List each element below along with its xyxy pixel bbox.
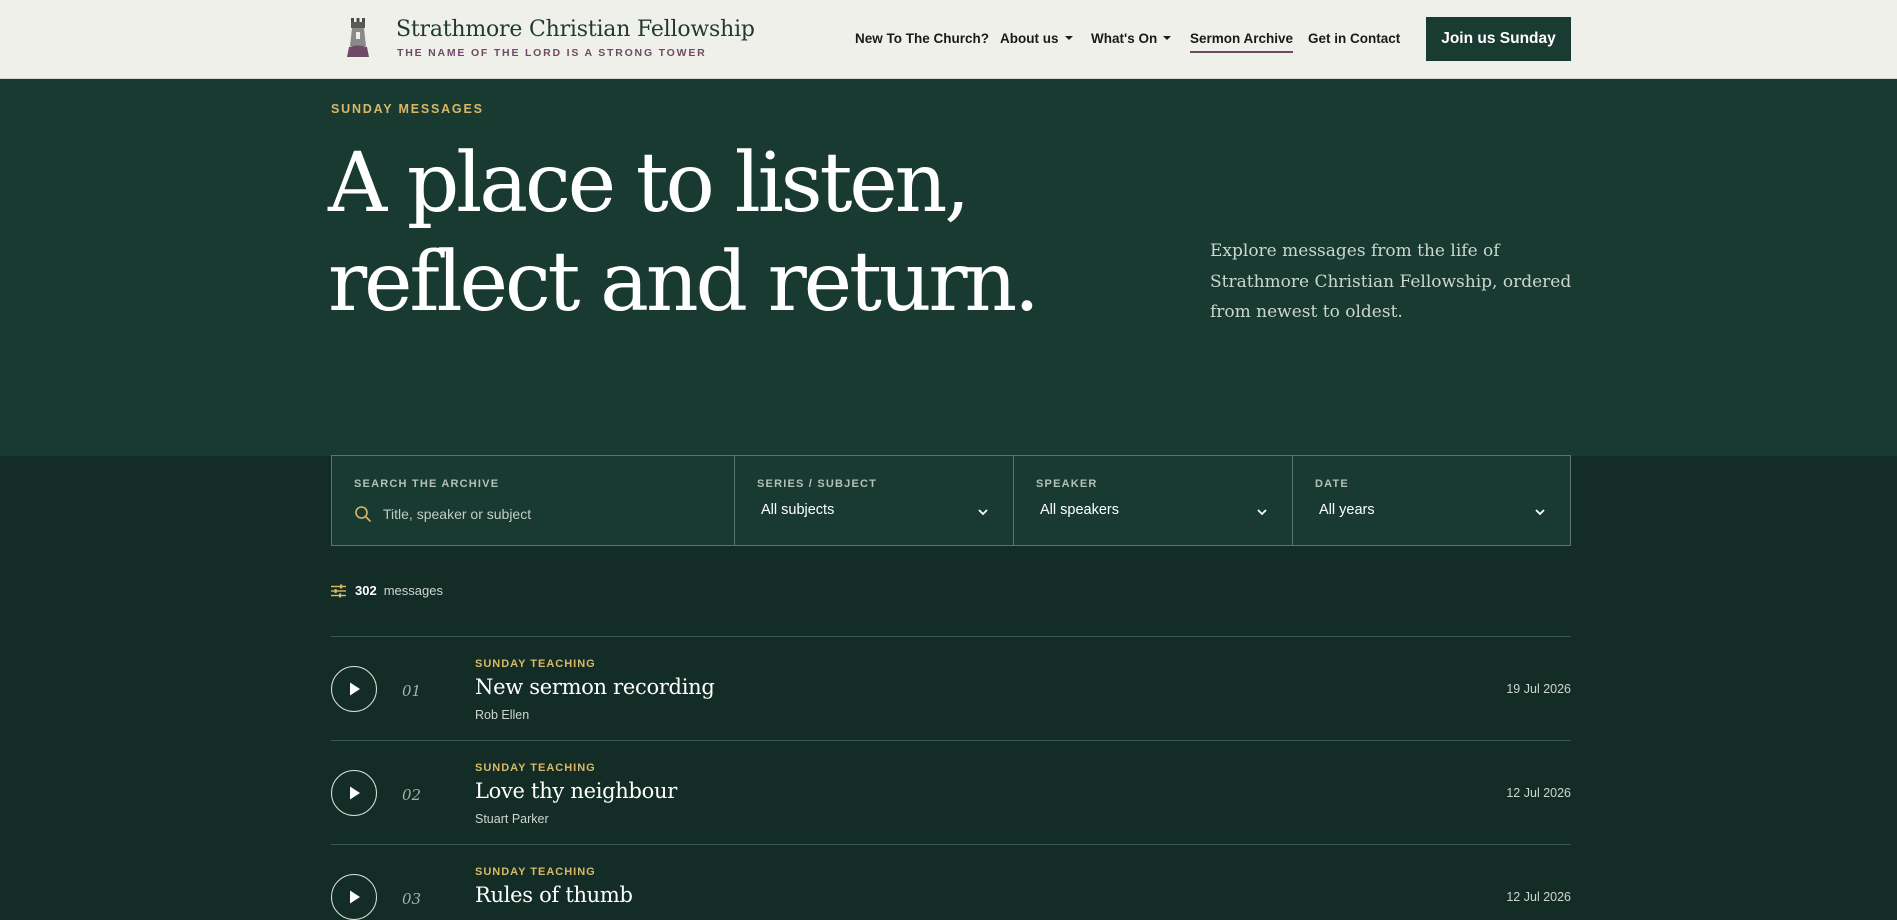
play-button[interactable] [331,666,377,712]
sermon-index: 03 [402,890,422,908]
speaker-select[interactable]: SPEAKER All speakers [1014,456,1293,545]
site-tagline: THE NAME OF THE LORD IS A STRONG TOWER [397,47,707,59]
search-input[interactable] [383,502,683,526]
nav-label: What's On [1091,31,1158,46]
search-icon [355,506,371,522]
play-icon [350,890,360,904]
sliders-icon [331,584,346,597]
sermon-date: 12 Jul 2026 [1506,786,1571,800]
tower-icon[interactable] [344,16,372,58]
join-us-sunday-button[interactable]: Join us Sunday [1426,17,1571,61]
hero-intro: Explore messages from the life of Strath… [1210,241,1572,322]
sermon-index: 01 [402,682,422,700]
sermon-category: SUNDAY TEACHING [475,658,596,670]
series-subject-select[interactable]: SERIES / SUBJECT All subjects [735,456,1014,545]
results-count-label: messages [383,583,443,598]
sermon-title[interactable]: New sermon recording [475,675,715,699]
nav-label: New To The Church? [855,31,989,46]
speaker-value: All speakers [1040,502,1119,518]
sermon-title[interactable]: Love thy neighbour [475,779,677,803]
table-row[interactable]: 01 SUNDAY TEACHING New sermon recording … [331,636,1571,740]
sermon-speaker: Rob Ellen [475,708,530,722]
sermon-category: SUNDAY TEACHING [475,762,596,774]
site-name[interactable]: Strathmore Christian Fellowship [396,17,755,42]
date-value: All years [1319,502,1375,518]
play-icon [350,682,360,696]
results-count: 302 messages [331,583,443,598]
series-label: SERIES / SUBJECT [757,478,878,490]
play-button[interactable] [331,874,377,920]
nav-get-in-contact[interactable]: Get in Contact [1308,31,1400,46]
nav-label: Sermon Archive [1190,31,1294,46]
caret-down-icon [1064,36,1073,40]
chevron-down-icon [1535,509,1545,516]
table-row[interactable]: 03 SUNDAY TEACHING Rules of thumb 12 Jul… [331,844,1571,920]
speaker-label: SPEAKER [1036,478,1098,490]
sermon-category: SUNDAY TEACHING [475,866,596,878]
date-label: DATE [1315,478,1349,490]
site-header: Strathmore Christian Fellowship THE NAME… [0,0,1897,79]
hero-eyebrow: SUNDAY MESSAGES [331,102,484,116]
nav-whats-on[interactable]: What's On [1091,31,1172,46]
headline-line-2: reflect and return. [328,235,1040,330]
date-select[interactable]: DATE All years [1293,456,1570,545]
chevron-down-icon [978,509,988,516]
nav-label: Get in Contact [1308,31,1401,46]
sermon-speaker: Stuart Parker [475,812,549,826]
sermon-list: 01 SUNDAY TEACHING New sermon recording … [331,636,1571,920]
nav-sermon-archive[interactable]: Sermon Archive [1190,31,1294,53]
play-button[interactable] [331,770,377,816]
search-label: SEARCH THE ARCHIVE [354,478,500,490]
nav-new-to-church[interactable]: New To The Church? [855,31,989,46]
search-filter: SEARCH THE ARCHIVE [332,456,735,545]
sermon-title[interactable]: Rules of thumb [475,883,633,907]
sermon-date: 12 Jul 2026 [1506,890,1571,904]
results-count-number: 302 [355,583,377,598]
hero-headline: A place to listen, reflect and return. [328,134,1040,332]
nav-label: About us [1000,31,1059,46]
play-icon [350,786,360,800]
sermon-index: 02 [402,786,422,804]
headline-line-1: A place to listen, [328,136,970,231]
series-value: All subjects [761,502,835,518]
table-row[interactable]: 02 SUNDAY TEACHING Love thy neighbour St… [331,740,1571,844]
caret-down-icon [1163,36,1172,40]
sermon-date: 19 Jul 2026 [1506,682,1571,696]
nav-about-us[interactable]: About us [1000,31,1073,46]
archive-filters: SEARCH THE ARCHIVE SERIES / SUBJECT All … [331,455,1571,546]
chevron-down-icon [1257,509,1267,516]
